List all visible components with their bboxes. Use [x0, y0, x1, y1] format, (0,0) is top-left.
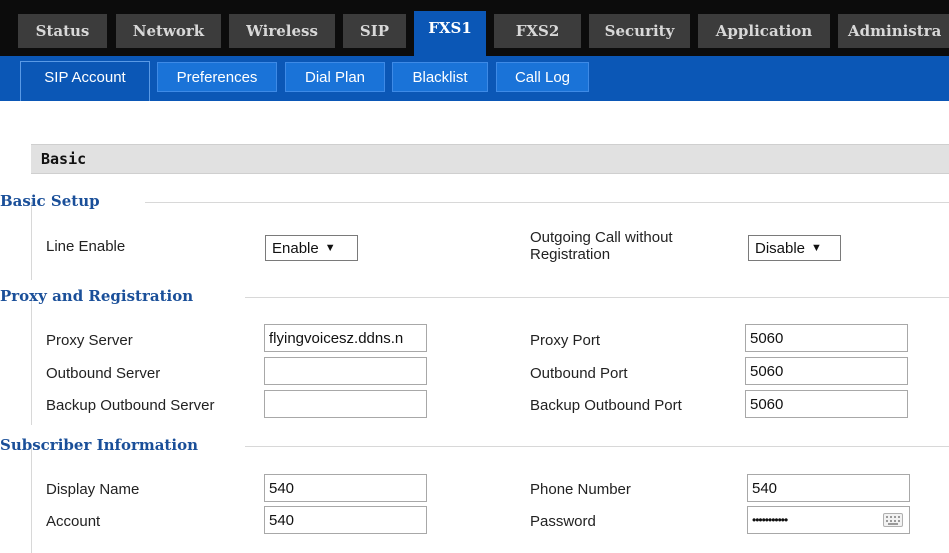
- subtab-blacklist[interactable]: Blacklist: [392, 62, 488, 92]
- chevron-down-icon: ▼: [324, 242, 336, 254]
- password-mask: •••••••••••: [752, 513, 788, 527]
- backup-outbound-server-input[interactable]: [264, 390, 427, 418]
- tab-fxs2[interactable]: FXS2: [494, 14, 581, 48]
- section-title: Basic: [41, 150, 87, 168]
- account-input[interactable]: [264, 506, 427, 534]
- phone-number-label: Phone Number: [530, 481, 631, 498]
- subtab-dial-plan[interactable]: Dial Plan: [285, 62, 385, 92]
- line-enable-label: Line Enable: [46, 238, 126, 255]
- backup-outbound-server-label: Backup Outbound Server: [46, 397, 215, 414]
- phone-number-input[interactable]: [747, 474, 910, 502]
- outbound-port-input[interactable]: [745, 357, 908, 385]
- group-title-subscriber-information: Subscriber Information: [0, 436, 198, 454]
- outgoing-call-value: Disable: [755, 239, 806, 257]
- tab-sip[interactable]: SIP: [343, 14, 406, 48]
- tab-network[interactable]: Network: [116, 14, 221, 48]
- tab-fxs1[interactable]: FXS1: [414, 11, 486, 56]
- password-input[interactable]: •••••••••••: [747, 506, 910, 534]
- line-enable-value: Enable: [272, 239, 319, 257]
- tab-security[interactable]: Security: [589, 14, 690, 48]
- group-divider: [245, 297, 949, 298]
- tab-administration[interactable]: Administra: [838, 14, 949, 48]
- display-name-input[interactable]: [264, 474, 427, 502]
- sub-navigation: SIP Account Preferences Dial Plan Blackl…: [0, 56, 949, 101]
- outbound-server-input[interactable]: [264, 357, 427, 385]
- tab-wireless[interactable]: Wireless: [229, 14, 335, 48]
- outbound-server-label: Outbound Server: [46, 365, 161, 382]
- password-label: Password: [530, 513, 596, 530]
- group-title-basic-setup: Basic Setup: [0, 192, 100, 210]
- subtab-call-log[interactable]: Call Log: [496, 62, 589, 92]
- chevron-down-icon: ▼: [811, 242, 822, 254]
- display-name-label: Display Name: [46, 481, 140, 498]
- outbound-port-label: Outbound Port: [530, 365, 628, 382]
- top-navigation: Status Network Wireless SIP FXS1 FXS2 Se…: [0, 0, 949, 56]
- backup-outbound-port-label: Backup Outbound Port: [530, 397, 682, 414]
- tab-application[interactable]: Application: [698, 14, 830, 48]
- line-enable-select[interactable]: Enable ▼: [265, 235, 358, 261]
- proxy-port-label: Proxy Port: [530, 332, 601, 349]
- account-label: Account: [46, 513, 101, 530]
- proxy-server-input[interactable]: [264, 324, 427, 352]
- subtab-preferences[interactable]: Preferences: [157, 62, 277, 92]
- tab-status[interactable]: Status: [18, 14, 107, 48]
- proxy-port-input[interactable]: [745, 324, 908, 352]
- keyboard-icon[interactable]: [883, 513, 903, 527]
- group-title-proxy-registration: Proxy and Registration: [0, 287, 194, 305]
- group-divider: [145, 202, 949, 203]
- backup-outbound-port-input[interactable]: [745, 390, 908, 418]
- outgoing-call-label: Outgoing Call without Registration: [530, 229, 673, 263]
- section-header-basic: Basic: [31, 144, 949, 174]
- subtab-sip-account[interactable]: SIP Account: [20, 61, 150, 101]
- group-divider: [245, 446, 949, 447]
- outgoing-call-select[interactable]: Disable ▼: [748, 235, 841, 261]
- proxy-server-label: Proxy Server: [46, 332, 133, 349]
